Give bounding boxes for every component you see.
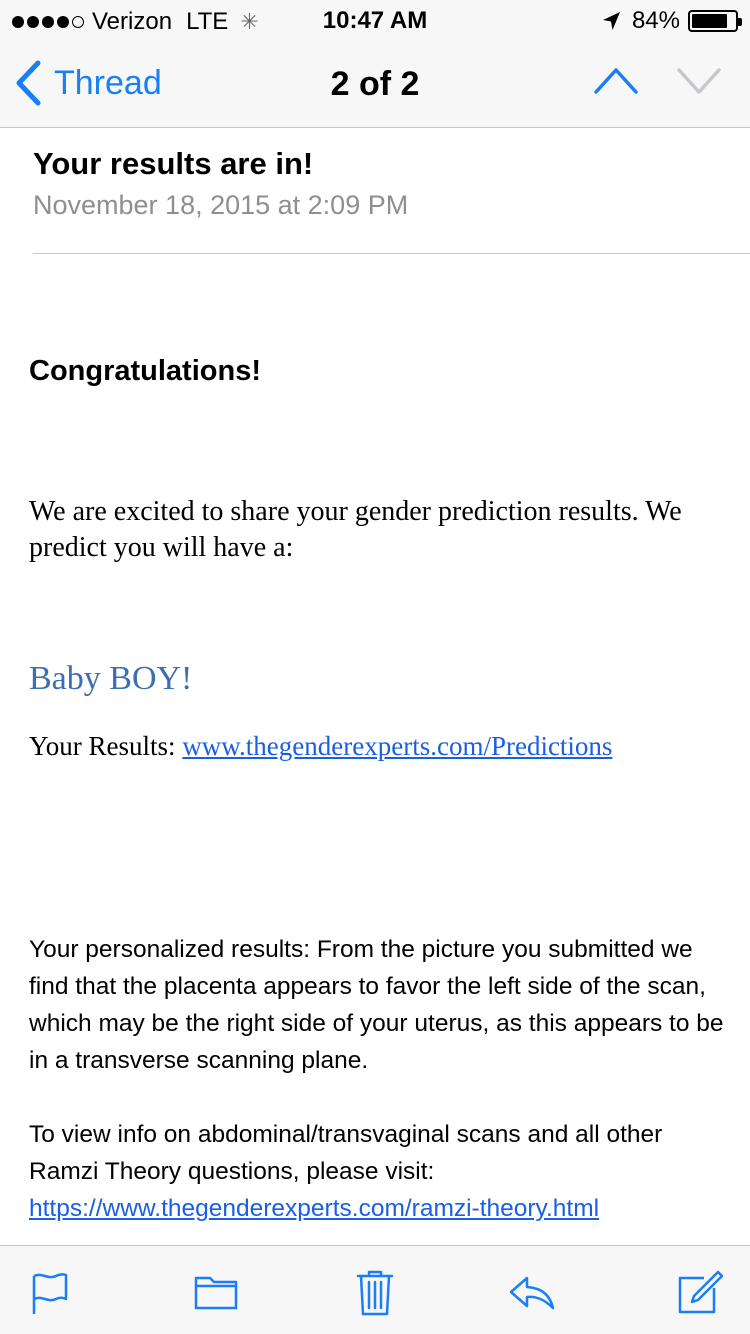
results-line: Your Results: www.thegenderexperts.com/P… <box>29 731 612 762</box>
reply-icon <box>509 1276 555 1310</box>
battery-fill <box>692 14 728 28</box>
folder-icon <box>194 1276 238 1310</box>
prediction-result: Baby BOY! <box>29 660 193 697</box>
chevron-up-icon <box>594 68 638 94</box>
email-date: November 18, 2015 at 2:09 PM <box>33 190 409 220</box>
next-message-button[interactable] <box>676 62 722 98</box>
previous-message-button[interactable] <box>593 62 639 98</box>
back-button[interactable]: Thread <box>14 60 162 106</box>
bottom-toolbar <box>0 1245 750 1334</box>
trash-button[interactable] <box>351 1268 399 1316</box>
nav-bar: Thread 2 of 2 <box>0 40 750 128</box>
location-arrow-icon <box>602 12 620 30</box>
results-prefix: Your Results: <box>29 731 183 761</box>
chevron-left-icon <box>16 60 41 106</box>
battery-percent: 84% <box>631 7 680 34</box>
intro-paragraph: We are excited to share your gender pred… <box>29 496 682 563</box>
trash-icon <box>356 1270 394 1316</box>
flag-icon <box>32 1273 68 1314</box>
compose-icon <box>678 1270 724 1314</box>
view-info-paragraph: To view info on abdominal/transvaginal s… <box>29 1116 729 1227</box>
compose-button[interactable] <box>676 1268 724 1316</box>
status-bar: Verizon LTE ✳ 10:47 AM 84% <box>0 0 750 40</box>
status-right: 84% <box>600 7 742 35</box>
reply-button[interactable] <box>507 1268 555 1316</box>
back-label: Thread <box>54 63 162 102</box>
header-divider <box>33 253 750 254</box>
flag-button[interactable] <box>26 1268 74 1316</box>
ramzi-theory-link[interactable]: https://www.thegenderexperts.com/ramzi-t… <box>29 1195 599 1222</box>
email-subject: Your results are in! <box>33 146 314 181</box>
view-info-text: To view info on abdominal/transvaginal s… <box>29 1121 663 1185</box>
battery-icon <box>688 10 742 32</box>
personalized-paragraph: Your personalized results: From the pict… <box>29 936 724 1074</box>
results-link[interactable]: www.thegenderexperts.com/Predictions <box>182 731 612 761</box>
move-to-folder-button[interactable] <box>192 1268 240 1316</box>
congrats-heading: Congratulations! <box>29 355 261 387</box>
chevron-down-icon <box>677 68 721 94</box>
